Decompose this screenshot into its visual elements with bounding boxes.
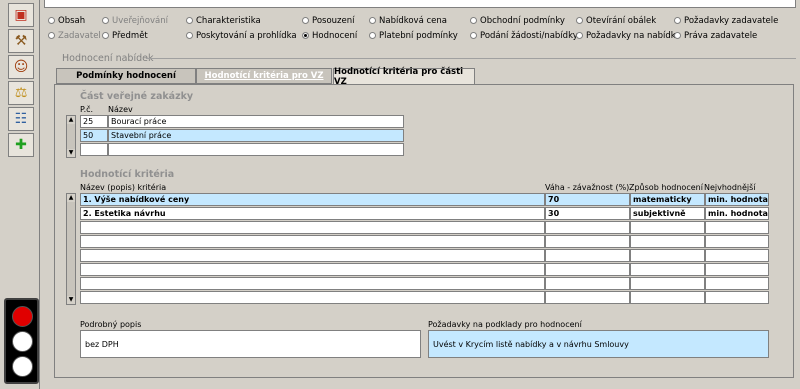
requirements-label: Požadavky na podklady pro hodnocení — [428, 320, 582, 329]
parts-scrollbar[interactable]: ▲ ▼ — [66, 115, 76, 158]
criteria-cell-best[interactable] — [705, 249, 769, 262]
radio-prava-zadavatele[interactable]: Práva zadavatele — [674, 31, 757, 41]
parts-row-pc[interactable]: 50 — [80, 129, 108, 142]
scroll-up-icon[interactable]: ▲ — [67, 194, 75, 202]
criteria-cell-weight[interactable] — [545, 277, 630, 290]
criteria-cell-name[interactable] — [80, 291, 545, 304]
traffic-light-amber-icon — [12, 331, 33, 352]
criteria-cell-name[interactable] — [80, 235, 545, 248]
traffic-light-green-icon — [12, 356, 33, 377]
radio-nabidkova-cena[interactable]: Nabídková cena — [369, 16, 447, 26]
tab-hodnotici-kriteria-vz[interactable]: Hodnotící kritéria pro VZ — [196, 68, 332, 84]
parts-row-pc[interactable] — [80, 143, 108, 156]
criteria-cell-name[interactable] — [80, 221, 545, 234]
parts-row-pc[interactable]: 25 — [80, 115, 108, 128]
criteria-cell-best[interactable] — [705, 263, 769, 276]
scroll-down-icon[interactable]: ▼ — [67, 149, 75, 157]
criteria-title: Hodnotící kritéria — [80, 169, 175, 180]
criteria-cell-method[interactable] — [630, 263, 705, 276]
criteria-cell-best[interactable] — [705, 235, 769, 248]
criteria-col-weight: Váha - závažnost (%) — [545, 183, 630, 192]
radio-zadavatel[interactable]: Zadavatel — [48, 31, 101, 41]
document-icon[interactable]: ☷ — [8, 107, 34, 131]
criteria-cell-best[interactable]: min. hodnota — [705, 207, 769, 220]
criteria-cell-best[interactable] — [705, 277, 769, 290]
radio-hodnoceni[interactable]: Hodnocení — [302, 31, 357, 41]
criteria-cell-method[interactable] — [630, 221, 705, 234]
criteria-cell-method[interactable] — [630, 235, 705, 248]
main-area: Obsah Uveřejňování Charakteristika Posou… — [44, 0, 800, 389]
radio-posouzeni[interactable]: Posouzení — [302, 16, 354, 26]
criteria-cell-name[interactable]: 1. Výše nabídkové ceny — [80, 193, 545, 206]
criteria-cell-best[interactable]: min. hodnota — [705, 193, 769, 206]
radio-poskytovani-a-prohlidka[interactable]: Poskytování a prohlídka — [186, 31, 297, 41]
criteria-cell-weight[interactable] — [545, 249, 630, 262]
document-add-icon[interactable]: ✚ — [8, 133, 34, 157]
criteria-cell-weight[interactable]: 70 — [545, 193, 630, 206]
parts-col-name: Název — [108, 105, 133, 114]
radio-otevirani-obalek[interactable]: Otevírání obálek — [576, 16, 656, 26]
radio-uverejnovani[interactable]: Uveřejňování — [102, 16, 168, 26]
tab-podminky-hodnoceni[interactable]: Podmínky hodnocení — [56, 68, 196, 84]
scroll-up-icon[interactable]: ▲ — [67, 116, 75, 124]
criteria-scrollbar[interactable]: ▲ ▼ — [66, 193, 76, 305]
criteria-cell-weight[interactable] — [545, 263, 630, 276]
criteria-cell-weight[interactable] — [545, 235, 630, 248]
criteria-cell-method[interactable] — [630, 291, 705, 304]
criteria-cell-name[interactable] — [80, 277, 545, 290]
briefcase-icon[interactable]: ▣ — [8, 3, 34, 27]
criteria-cell-weight[interactable] — [545, 291, 630, 304]
criteria-cell-name[interactable]: 2. Estetika návrhu — [80, 207, 545, 220]
parts-row-name[interactable]: Stavební práce — [108, 129, 404, 142]
criteria-cell-name[interactable] — [80, 249, 545, 262]
parts-col-pc: P.č. — [80, 105, 94, 114]
criteria-col-name: Název (popis) kritéria — [80, 183, 167, 192]
radio-predmet[interactable]: Předmět — [102, 31, 148, 41]
parts-row-name[interactable]: Bourací práce — [108, 115, 404, 128]
criteria-cell-weight[interactable] — [545, 221, 630, 234]
scroll-down-icon[interactable]: ▼ — [67, 296, 75, 304]
radio-obsah[interactable]: Obsah — [48, 16, 85, 26]
criteria-cell-method[interactable] — [630, 277, 705, 290]
radio-obchodni-podminky[interactable]: Obchodní podmínky — [470, 16, 565, 26]
requirements-textbox[interactable]: Uvést v Krycím listě nabídky a v návrhu … — [428, 330, 769, 358]
top-field — [44, 0, 796, 8]
tab-hodnotici-kriteria-casti-vz[interactable]: Hodnotící kritéria pro části VZ — [333, 67, 475, 87]
section-title: Hodnocení nabídek — [62, 53, 154, 64]
left-toolbar: ▣ ⚒ ☺ ⚖ ☷ ✚ — [0, 0, 40, 389]
radio-platebni-podminky[interactable]: Platební podmínky — [369, 31, 458, 41]
section-divider — [146, 58, 796, 59]
criteria-cell-method[interactable] — [630, 249, 705, 262]
tab-panel: Část veřejné zakázky P.č. Název ▲ ▼ 25 B… — [54, 84, 794, 378]
criteria-cell-method[interactable]: matematicky — [630, 193, 705, 206]
person-icon[interactable]: ☺ — [8, 55, 34, 79]
radio-pozadavky-na-nabidku[interactable]: Požadavky na nabídku — [576, 31, 681, 41]
criteria-cell-best[interactable] — [705, 291, 769, 304]
detail-label: Podrobný popis — [80, 320, 142, 329]
radio-charakteristika[interactable]: Charakteristika — [186, 16, 261, 26]
hammer-icon[interactable]: ⚒ — [8, 29, 34, 53]
traffic-light — [4, 298, 39, 384]
criteria-cell-best[interactable] — [705, 221, 769, 234]
criteria-cell-name[interactable] — [80, 263, 545, 276]
criteria-cell-weight[interactable]: 30 — [545, 207, 630, 220]
criteria-cell-method[interactable]: subjektivně — [630, 207, 705, 220]
detail-textbox[interactable]: bez DPH — [80, 330, 421, 358]
radio-pozadavky-zadavatele[interactable]: Požadavky zadavatele — [674, 16, 778, 26]
criteria-col-method: Způsob hodnocení — [629, 183, 703, 192]
parts-title: Část veřejné zakázky — [80, 91, 194, 102]
radio-podani-zadosti-nabidky[interactable]: Podání žádosti/nabídky — [470, 31, 578, 41]
parts-row-name[interactable] — [108, 143, 404, 156]
criteria-col-best: Nejvhodnější — [704, 183, 756, 192]
traffic-light-red-icon — [12, 306, 33, 327]
scales-icon[interactable]: ⚖ — [8, 81, 34, 105]
